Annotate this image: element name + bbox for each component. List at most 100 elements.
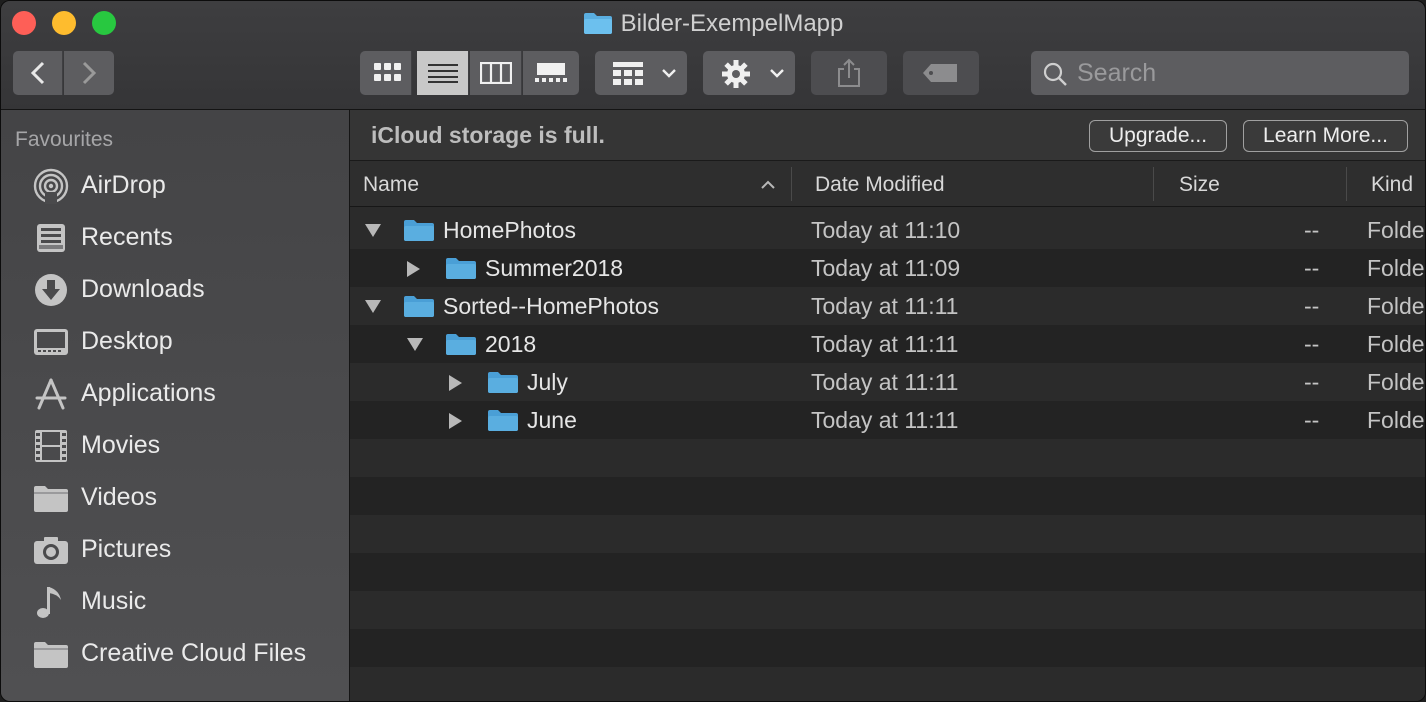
file-name: Sorted--HomePhotos <box>443 293 660 319</box>
file-size: -- <box>1304 217 1320 243</box>
file-size: -- <box>1304 255 1320 281</box>
learn-more-button[interactable]: Learn More... <box>1243 120 1408 152</box>
gear-icon <box>722 60 750 88</box>
share-button[interactable] <box>811 51 887 95</box>
back-button[interactable] <box>13 51 63 95</box>
upgrade-button[interactable]: Upgrade... <box>1089 120 1227 152</box>
file-date: Today at 11:11 <box>811 407 959 433</box>
sidebar-item-music[interactable]: Music <box>1 576 349 626</box>
list-view-button[interactable] <box>417 51 469 95</box>
column-view-icon <box>480 62 512 84</box>
titlebar: Bilder-ExempelMapp Search <box>1 1 1425 110</box>
folder-icon <box>583 11 613 43</box>
list-view-icon <box>428 64 458 83</box>
disclosure-expanded-icon[interactable] <box>363 222 383 243</box>
empty-row <box>350 439 1425 477</box>
window-title-text: Bilder-ExempelMapp <box>620 10 844 37</box>
file-name: HomePhotos <box>443 217 576 243</box>
sidebar-item-desktop[interactable]: Desktop <box>1 316 349 366</box>
sidebar: Favourites AirDrop Recents Downloads Des… <box>1 110 350 701</box>
sidebar-item-creative-cloud-files[interactable]: Creative Cloud Files <box>1 628 349 678</box>
movies-icon <box>35 430 67 462</box>
sidebar-item-label: Desktop <box>81 327 173 355</box>
disclosure-collapsed-icon[interactable] <box>447 412 463 435</box>
sidebar-item-movies[interactable]: Movies <box>1 420 349 470</box>
file-row[interactable]: Sorted--HomePhotos Today at 11:11 -- Folder <box>350 287 1425 325</box>
disclosure-expanded-icon[interactable] <box>405 336 425 357</box>
file-date: Today at 11:11 <box>811 331 959 357</box>
sidebar-item-label: Videos <box>81 483 157 511</box>
sort-ascending-icon <box>761 180 775 189</box>
icon-view-icon <box>374 63 401 81</box>
search-placeholder: Search <box>1077 59 1157 87</box>
file-row[interactable]: HomePhotos Today at 11:10 -- Folder <box>350 211 1425 249</box>
tag-icon <box>923 64 957 82</box>
file-row[interactable]: Summer2018 Today at 11:09 -- Folder <box>350 249 1425 287</box>
file-kind: Folder <box>1367 217 1425 243</box>
chevron-down-icon <box>662 69 676 78</box>
sidebar-item-label: Music <box>81 587 147 615</box>
share-icon <box>838 58 860 87</box>
airdrop-icon <box>33 168 69 204</box>
column-size-header[interactable]: Size <box>1179 173 1220 197</box>
sidebar-item-label: Downloads <box>81 275 205 303</box>
file-kind: Folder <box>1367 407 1425 433</box>
search-field[interactable]: Search <box>1031 51 1409 95</box>
sidebar-item-airdrop[interactable]: AirDrop <box>1 160 349 210</box>
sidebar-item-label: AirDrop <box>81 171 166 199</box>
icloud-banner: iCloud storage is full. Upgrade... Learn… <box>350 110 1425 161</box>
column-view-button[interactable] <box>470 51 522 95</box>
chevron-right-icon <box>82 61 97 85</box>
disclosure-collapsed-icon[interactable] <box>405 260 421 283</box>
sidebar-item-videos[interactable]: Videos <box>1 472 349 522</box>
folder-icon <box>445 256 477 285</box>
empty-row <box>350 553 1425 591</box>
empty-row <box>350 477 1425 515</box>
gallery-view-icon <box>535 63 567 82</box>
file-kind: Folder <box>1367 369 1425 395</box>
file-size: -- <box>1304 331 1320 357</box>
sidebar-item-label: Applications <box>81 379 216 407</box>
file-name: June <box>527 407 577 433</box>
disclosure-collapsed-icon[interactable] <box>447 374 463 397</box>
empty-row <box>350 591 1425 629</box>
action-button[interactable] <box>703 51 795 95</box>
column-name-header[interactable]: Name <box>363 173 419 197</box>
recents-icon <box>37 224 65 252</box>
forward-button[interactable] <box>64 51 114 95</box>
music-icon <box>37 587 61 618</box>
gallery-view-button[interactable] <box>523 51 579 95</box>
sidebar-item-recents[interactable]: Recents <box>1 212 349 262</box>
empty-row <box>350 629 1425 667</box>
icon-view-button[interactable] <box>360 51 412 95</box>
file-row[interactable]: 2018 Today at 11:11 -- Folder <box>350 325 1425 363</box>
file-name: Summer2018 <box>485 255 624 281</box>
tag-button[interactable] <box>903 51 979 95</box>
sidebar-section-favourites: Favourites <box>15 128 114 151</box>
banner-message: iCloud storage is full. <box>371 122 605 148</box>
file-date: Today at 11:09 <box>811 255 961 281</box>
column-date-header[interactable]: Date Modified <box>815 173 945 197</box>
pictures-icon <box>34 537 68 564</box>
file-name: 2018 <box>485 331 537 357</box>
folder-icon <box>487 408 519 437</box>
file-row[interactable]: July Today at 11:11 -- Folder <box>350 363 1425 401</box>
file-row[interactable]: June Today at 11:11 -- Folder <box>350 401 1425 439</box>
file-kind: Folder <box>1367 255 1425 281</box>
sidebar-item-label: Movies <box>81 431 161 459</box>
sidebar-item-label: Creative Cloud Files <box>81 639 307 667</box>
file-rows: HomePhotosToday at 11:10--FolderSummer20… <box>350 211 1425 667</box>
group-by-button[interactable] <box>595 51 687 95</box>
file-name: July <box>527 369 568 395</box>
sidebar-item-applications[interactable]: Applications <box>1 368 349 418</box>
column-kind-header[interactable]: Kind <box>1371 173 1413 197</box>
sidebar-item-label: Pictures <box>81 535 172 563</box>
search-icon <box>1043 62 1067 86</box>
sidebar-item-pictures[interactable]: Pictures <box>1 524 349 574</box>
file-date: Today at 11:11 <box>811 293 959 319</box>
finder-window: Bilder-ExempelMapp Search Favourites Air… <box>0 0 1426 702</box>
folder-icon <box>34 486 68 512</box>
sidebar-item-downloads[interactable]: Downloads <box>1 264 349 314</box>
disclosure-expanded-icon[interactable] <box>363 298 383 319</box>
desktop-icon <box>34 329 68 355</box>
